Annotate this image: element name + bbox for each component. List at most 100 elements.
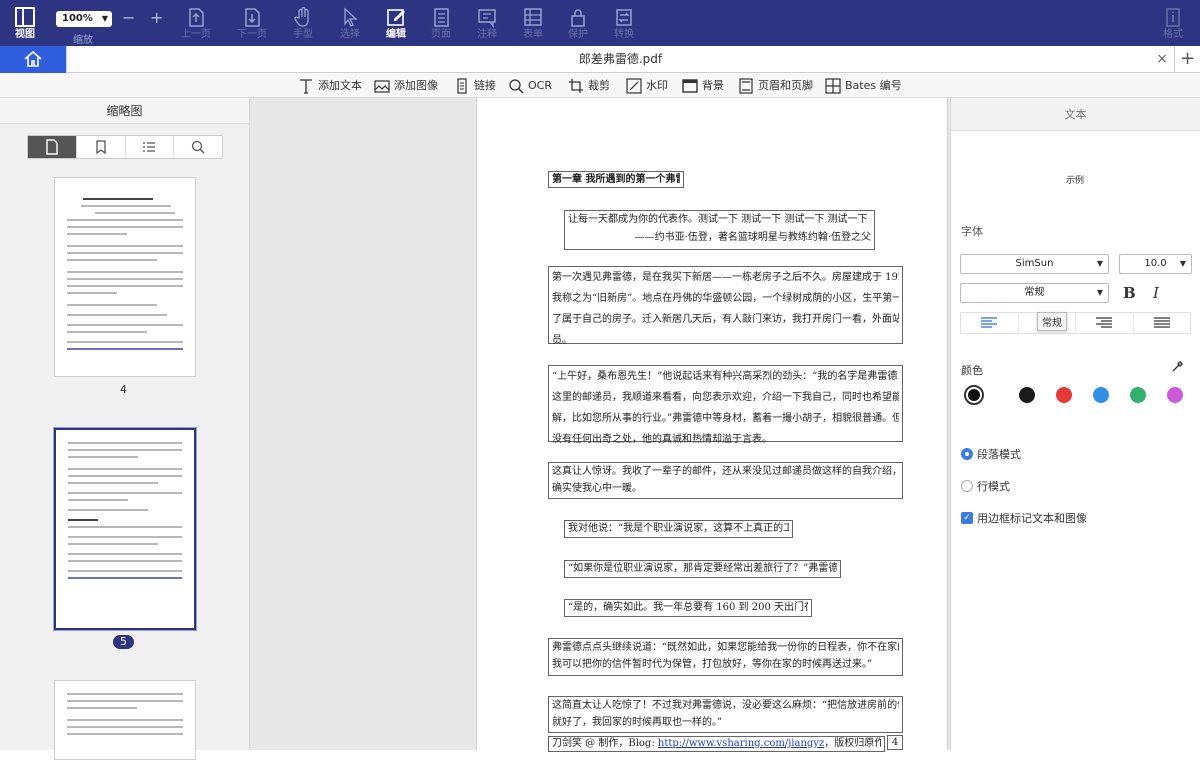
zoom-out-icon[interactable]: −: [122, 8, 135, 27]
protect-button[interactable]: 保护: [555, 4, 601, 44]
color-swatch[interactable]: [1167, 387, 1183, 403]
zoom-in-icon[interactable]: +: [150, 8, 163, 27]
prev-page-button[interactable]: 上一页: [173, 4, 219, 44]
paragraph-line: 了属于自己的房子。迁入新居几天后，有人敲门来访，我打开房门一看，外面站着一位邮递: [552, 314, 899, 325]
annotate-button[interactable]: 注释: [464, 4, 510, 44]
paragraph-line: 这里的邮递员，我顺道来看看，向您表示欢迎，介绍一下我自己，同时也希望能对您有所了: [552, 392, 899, 403]
edit-button[interactable]: 编辑: [373, 4, 419, 44]
convert-label: 转换: [614, 29, 634, 40]
paragraph-line: 弗雷德点点头继续说道：“既然如此，如果您能给我一份你的日程表，你不在家的时候: [552, 642, 899, 653]
text-block-heading[interactable]: 第一章 我所遇到的第一个弗雷德: [548, 171, 684, 188]
paragraph-line: 解，比如您所从事的行业。”弗雷德中等身材，蓄着一撮小胡子，相貌很普通。但尽管外貌: [552, 413, 899, 424]
color-swatch[interactable]: [1130, 387, 1146, 403]
line-mode-radio[interactable]: [961, 480, 973, 492]
color-swatch[interactable]: [1056, 387, 1072, 403]
font-size-select[interactable]: 10.0 ▼: [1119, 254, 1192, 274]
align-right-button[interactable]: [1076, 313, 1134, 333]
tab-search[interactable]: [174, 136, 222, 158]
align-right-icon: [1096, 317, 1113, 328]
text-block-paragraph[interactable]: 弗雷德点点头继续说道：“既然如此，如果您能给我一份你的日程表，你不在家的时候 我…: [548, 638, 903, 676]
hand-icon: [294, 6, 309, 27]
form-label: 表单: [523, 29, 543, 40]
hand-tool-button[interactable]: 手型: [280, 4, 326, 44]
ocr-label: OCR: [528, 79, 552, 92]
convert-button[interactable]: 转换: [601, 4, 647, 44]
page-button[interactable]: 页面: [418, 4, 464, 44]
document-canvas[interactable]: 第一章 我所遇到的第一个弗雷德 让每一天都成为你的代表作。测试一下 测试一下 测…: [250, 98, 950, 752]
header-footer-button[interactable]: 页眉和页脚: [738, 77, 813, 95]
text-block-paragraph[interactable]: 这简直太让人吃惊了！不过我对弗雷德说，没必要这么麻烦：“把信放进房前的信箱里 就…: [548, 696, 903, 733]
tab-bar: 郎差弗雷德.pdf × +: [0, 46, 1200, 73]
view-button[interactable]: 视图: [2, 4, 48, 44]
text-block-paragraph[interactable]: 第一次遇见弗雷德，是在我买下新居——一栋老房子之后不久。房屋建成于 1928 年…: [548, 266, 903, 346]
background-button[interactable]: 背景: [682, 77, 724, 95]
view-label: 视图: [15, 29, 35, 40]
align-left-button[interactable]: [961, 313, 1019, 333]
tab-bookmarks[interactable]: [77, 136, 126, 158]
mark-box-checkbox[interactable]: ✓: [961, 512, 973, 524]
pdf-page[interactable]: 第一章 我所遇到的第一个弗雷德 让每一天都成为你的代表作。测试一下 测试一下 测…: [476, 98, 948, 752]
color-section-label: 颜色: [961, 364, 983, 377]
font-style-select[interactable]: 常规 ▼: [960, 283, 1109, 303]
text-block-page-number[interactable]: 4: [887, 735, 903, 750]
text-block-quote[interactable]: 让每一天都成为你的代表作。测试一下 测试一下 测试一下 测试一下 ——约书亚·伍…: [564, 210, 875, 250]
page-thumbnail-6[interactable]: [54, 680, 196, 760]
font-family-select[interactable]: SimSun ▼: [960, 254, 1109, 274]
align-justify-button[interactable]: [1134, 313, 1191, 333]
crop-button[interactable]: 裁剪: [568, 77, 610, 95]
bates-button[interactable]: Bates 编号: [825, 77, 902, 95]
align-justify-icon: [1153, 317, 1170, 328]
next-page-label: 下一页: [237, 29, 267, 40]
line-mode-label: 行模式: [977, 480, 1010, 493]
format-label: 格式: [1163, 29, 1183, 40]
eyedropper-icon[interactable]: [1171, 359, 1185, 373]
page-thumbnail-5[interactable]: [54, 428, 196, 630]
add-image-button[interactable]: 添加图像: [374, 77, 438, 95]
format-button[interactable]: 格式: [1150, 4, 1196, 44]
watermark-button[interactable]: 水印: [626, 77, 668, 95]
close-icon[interactable]: ×: [1156, 46, 1168, 73]
tab-thumbnails[interactable]: [28, 136, 77, 158]
color-swatch[interactable]: [1093, 387, 1109, 403]
text-icon: [300, 79, 312, 94]
thumbnail-panel-title: 缩略图: [0, 98, 249, 124]
paragraph-line: 第一次遇见弗雷德，是在我买下新居——一栋老房子之后不久。房屋建成于 1928 年…: [552, 272, 899, 283]
home-button[interactable]: [0, 46, 66, 73]
add-text-label: 添加文本: [318, 79, 362, 92]
text-block-line[interactable]: “如果你是位职业演说家，那肯定要经常出差旅行了？”弗雷德问我。: [564, 560, 841, 578]
italic-button[interactable]: I: [1153, 284, 1159, 302]
zoom-select[interactable]: 100% ▼: [56, 11, 112, 27]
tab-outline[interactable]: [126, 136, 175, 158]
link-button[interactable]: 链接: [454, 77, 496, 95]
quote-line: 让每一天都成为你的代表作。测试一下 测试一下 测试一下 测试一下: [568, 214, 868, 225]
alignment-group: [960, 312, 1191, 334]
align-left-icon: [981, 317, 998, 328]
view-icon: [15, 7, 35, 27]
page-label: 页面: [431, 29, 451, 40]
form-icon: [524, 8, 542, 26]
dialogue-line: 我对他说：“我是个职业演说家，这算不上真正的工作。”: [568, 523, 789, 534]
page-icon: [434, 8, 449, 27]
form-button[interactable]: 表单: [510, 4, 556, 44]
footer-link[interactable]: http://www.vsharing.com/jiangyz: [658, 738, 824, 749]
color-swatch[interactable]: [1019, 387, 1035, 403]
select-tool-button[interactable]: 选择: [327, 4, 373, 44]
bold-button[interactable]: B: [1123, 284, 1136, 302]
next-page-button[interactable]: 下一页: [229, 4, 275, 44]
add-text-button[interactable]: 添加文本: [298, 77, 362, 95]
link-icon: [457, 78, 467, 94]
add-tab-button[interactable]: +: [1174, 46, 1200, 73]
text-block-paragraph[interactable]: 这真让人惊讶。我收了一辈子的邮件，还从来没见过邮递员做这样的自我介绍，但这 确实…: [548, 462, 903, 499]
text-block-paragraph[interactable]: “上午好，桑布恩先生！”他说起话来有种兴高采烈的劲头：“我的名字是弗雷德，是 这…: [548, 365, 903, 445]
paragraph-line: 员。: [552, 335, 572, 346]
document-tab[interactable]: 郎差弗雷德.pdf ×: [66, 46, 1174, 73]
paragraph-mode-radio[interactable]: [961, 448, 973, 460]
dialogue-line: “如果你是位职业演说家，那肯定要经常出差旅行了？”弗雷德问我。: [568, 563, 837, 574]
text-block-line[interactable]: 我对他说：“我是个职业演说家，这算不上真正的工作。”: [564, 520, 793, 538]
page-thumbnail-4[interactable]: [54, 177, 196, 377]
crop-icon: [569, 79, 583, 93]
main-toolbar: 视图 100% ▼ 缩放 − + 上一页 下一页 手型 选择 编辑 页面 注释 表…: [0, 0, 1200, 46]
ocr-button[interactable]: OCR: [508, 77, 552, 95]
document-tab-title: 郎差弗雷德.pdf: [578, 52, 663, 66]
text-block-line[interactable]: “是的，确实如此。我一年总要有 160 到 200 天出门在外。”: [564, 599, 812, 617]
